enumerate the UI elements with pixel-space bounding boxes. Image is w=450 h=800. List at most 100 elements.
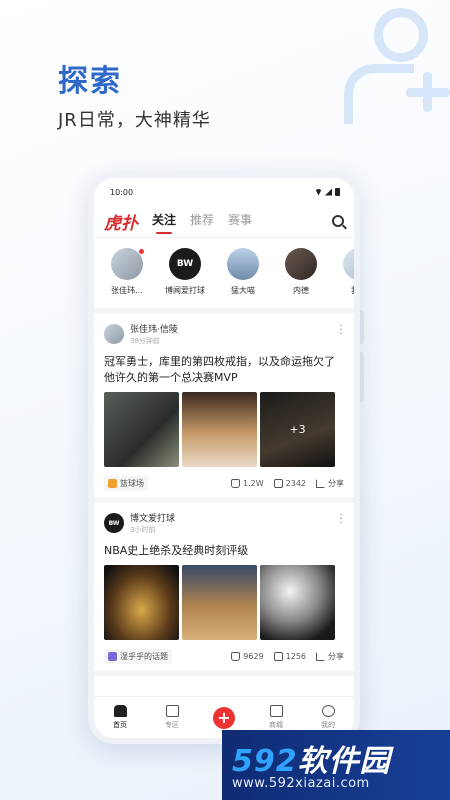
story-item[interactable]: BW 博闻爱打球 <box>156 248 214 308</box>
thumbs-up-icon <box>231 478 240 488</box>
add-post-button[interactable]: + <box>213 706 235 729</box>
story-label: 我是 <box>351 285 354 296</box>
nav-shop[interactable]: 商城 <box>256 705 296 730</box>
story-item[interactable]: 我是 <box>330 248 354 308</box>
post-images: +3 <box>104 392 344 467</box>
comment-icon <box>273 651 283 661</box>
nav-profile[interactable]: 我的 <box>308 705 348 730</box>
topic-tag[interactable]: 湿乎乎的话题 <box>104 648 172 664</box>
feed-post[interactable]: 张佳玮·信陵 38分钟前 · · · 冠军勇士，库里的第四枚戒指，以及命运拖欠了他许… <box>94 314 354 503</box>
topic-icon <box>108 478 117 488</box>
feed-post[interactable]: BW 博文爱打球 3小时前 · · · NBA史上绝杀及经典时刻评级 湿乎乎的话题 … <box>94 503 354 676</box>
story-item[interactable]: 张佳玮… <box>98 248 156 308</box>
post-title[interactable]: NBA史上绝杀及经典时刻评级 <box>104 543 344 559</box>
post-title[interactable]: 冠军勇士，库里的第四枚戒指，以及命运拖欠了他许久的第一个总决赛MVP <box>104 354 344 386</box>
story-label: 内德 <box>293 286 309 295</box>
feed-tabs: 关注 推荐 赛事 <box>152 211 252 234</box>
tab-following[interactable]: 关注 <box>152 211 176 234</box>
app-header: 虎扑 关注 推荐 赛事 <box>94 206 354 238</box>
comment-button[interactable]: 1256 <box>273 651 306 661</box>
post-actions: 1.2W 2342 分享 <box>231 478 344 489</box>
share-button[interactable]: 分享 <box>316 478 344 489</box>
hero-subtitle: JR日常，大神精华 <box>58 110 211 131</box>
post-header: 张佳玮·信陵 38分钟前 · · · <box>104 322 344 346</box>
decoration-plus <box>406 88 450 97</box>
decoration-ring <box>374 8 428 62</box>
post-header: BW 博文爱打球 3小时前 · · · <box>104 511 344 535</box>
nav-label: 首页 <box>113 721 127 729</box>
nav-zones[interactable]: 专区 <box>152 705 192 730</box>
notification-badge <box>138 248 145 255</box>
topic-icon <box>108 651 117 661</box>
nav-post[interactable]: + <box>204 706 244 729</box>
story-item[interactable]: 猛大喵 <box>214 248 272 308</box>
post-author[interactable]: 博文爱打球 <box>130 511 175 524</box>
tab-matches[interactable]: 赛事 <box>228 211 252 232</box>
post-image[interactable]: +3 <box>260 392 335 467</box>
post-meta: 博文爱打球 3小时前 <box>130 511 175 535</box>
followed-users-row: 张佳玮… BW 博闻爱打球 猛大喵 内德 我是 <box>94 238 354 314</box>
avatar <box>343 248 354 280</box>
more-options-icon[interactable]: · · · <box>338 511 344 529</box>
avatar <box>285 248 317 280</box>
more-options-icon[interactable]: · · · <box>338 322 344 340</box>
shopping-bag-icon <box>269 705 283 717</box>
share-icon <box>316 478 325 488</box>
post-time: 38分钟前 <box>130 337 160 345</box>
post-image[interactable] <box>104 565 179 640</box>
decoration-arc <box>344 64 414 124</box>
post-actions: 9629 1256 分享 <box>231 651 344 662</box>
watermark-brand-number: 592 <box>232 744 298 779</box>
comment-count: 2342 <box>285 478 306 488</box>
nav-label: 商城 <box>269 721 283 729</box>
status-bar: 10:00 <box>94 178 354 206</box>
story-item[interactable]: 内德 <box>272 248 330 308</box>
watermark-brand-text: 软件园 <box>297 744 391 779</box>
watermark-brand: 592软件园 <box>232 736 391 780</box>
share-icon <box>316 651 325 661</box>
search-icon[interactable] <box>332 215 344 227</box>
like-button[interactable]: 1.2W <box>231 478 264 488</box>
comment-count: 1256 <box>285 651 306 661</box>
nav-label: 专区 <box>165 721 179 729</box>
story-label: 博闻爱打球 <box>165 286 205 295</box>
more-images-count: +3 <box>260 392 335 467</box>
avatar <box>111 248 145 280</box>
post-image[interactable] <box>182 392 257 467</box>
like-count: 1.2W <box>243 478 264 488</box>
status-time: 10:00 <box>110 187 134 197</box>
post-footer: 湿乎乎的话题 9629 1256 分享 <box>104 648 344 664</box>
nav-label: 我的 <box>321 721 335 729</box>
post-image[interactable] <box>104 392 179 467</box>
signal-icon <box>325 188 332 196</box>
tab-recommended[interactable]: 推荐 <box>190 211 214 232</box>
status-icons <box>315 188 340 196</box>
story-label: 猛大喵 <box>231 286 255 295</box>
comment-button[interactable]: 2342 <box>273 478 306 488</box>
avatar[interactable]: BW <box>104 513 124 533</box>
post-meta: 张佳玮·信陵 38分钟前 <box>130 322 178 346</box>
profile-icon <box>321 705 335 717</box>
topic-tag[interactable]: 篮球场 <box>104 475 148 491</box>
avatar[interactable] <box>104 324 124 344</box>
share-label: 分享 <box>328 478 344 488</box>
phone-frame: 10:00 虎扑 关注 推荐 赛事 张佳玮… BW 博闻爱打球 猛大喵 内德 张… <box>88 172 360 744</box>
site-watermark: 592软件园 www.592xiazai.com <box>222 730 450 800</box>
post-author[interactable]: 张佳玮·信陵 <box>130 322 178 335</box>
nav-home[interactable]: 首页 <box>100 705 140 730</box>
like-button[interactable]: 9629 <box>231 651 264 661</box>
post-images <box>104 565 344 640</box>
share-button[interactable]: 分享 <box>316 651 344 662</box>
post-image[interactable] <box>260 565 335 640</box>
app-logo[interactable]: 虎扑 <box>104 209 138 234</box>
comment-icon <box>273 478 283 488</box>
avatar <box>227 248 259 280</box>
thumbs-up-icon <box>231 651 241 661</box>
post-image[interactable] <box>182 565 257 640</box>
chat-square-icon <box>165 705 179 717</box>
topic-label: 湿乎乎的话题 <box>120 651 168 661</box>
avatar: BW <box>169 248 201 280</box>
like-count: 9629 <box>243 651 264 661</box>
battery-icon <box>335 188 340 196</box>
story-label: 张佳玮… <box>111 286 143 295</box>
